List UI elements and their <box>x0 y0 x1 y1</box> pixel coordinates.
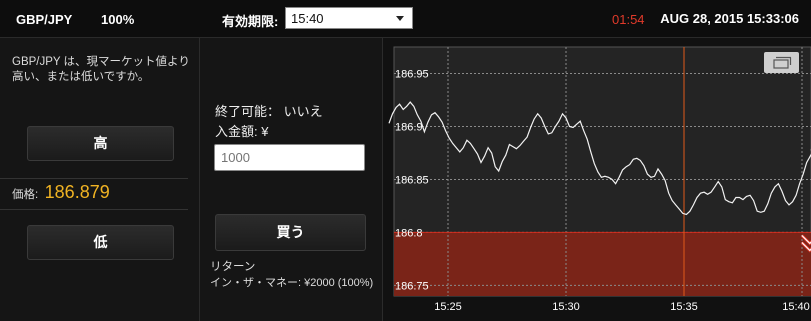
low-button[interactable]: 低 <box>27 225 174 260</box>
payout-percent: 100% <box>101 12 135 27</box>
countdown-timer: 01:54 <box>612 12 645 27</box>
direction-panel: GBP/JPY は、現マーケット値より高い、または低いですか。 高 価格: 18… <box>0 38 200 321</box>
x-tick-label: 15:30 <box>552 301 580 313</box>
chart-expand-icon[interactable] <box>764 52 799 73</box>
high-button[interactable]: 高 <box>27 126 174 161</box>
top-bar: GBP/JPY 100% 有効期限: 15:40 01:54 AUG 28, 2… <box>0 0 811 38</box>
expiry-selected-value: 15:40 <box>291 11 324 26</box>
chevron-down-icon <box>396 16 404 21</box>
close-available-text: 終了可能： いいえ <box>215 104 323 119</box>
return-label: リターン <box>210 261 256 273</box>
x-tick-label: 15:40 <box>782 301 810 313</box>
y-tick-label: 186.8 <box>395 227 423 239</box>
x-tick-label: 15:35 <box>670 301 698 313</box>
price-label: 価格: <box>12 189 39 201</box>
x-axis-tick-labels: 15:25 15:30 15:35 15:40 <box>434 301 810 313</box>
price-value: 186.879 <box>44 182 110 202</box>
currency-pair-label: GBP/JPY <box>16 12 73 27</box>
below-strike-zone <box>394 232 811 296</box>
expiry-select[interactable]: 15:40 <box>285 7 413 29</box>
return-value: イン・ザ・マネー: ¥2000 (100%) <box>210 277 374 289</box>
amount-input[interactable] <box>214 144 365 171</box>
question-text: GBP/JPY は、現マーケット値より高い、または低いですか。 <box>12 56 190 83</box>
order-panel: 終了可能： いいえ 入金額: ¥ 買う リターン イン・ザ・マネー: ¥2000… <box>200 38 383 321</box>
price-chart-svg: 186.95186.9186.85186.8186.75 15:25 15:30 1… <box>388 46 811 313</box>
y-tick-label: 186.95 <box>395 68 429 80</box>
deposit-label: 入金額: ¥ <box>215 124 269 139</box>
current-price: 価格: 186.879 <box>12 182 110 203</box>
divider <box>0 178 188 179</box>
y-tick-label: 186.75 <box>395 280 429 292</box>
y-tick-label: 186.85 <box>395 174 429 186</box>
buy-button[interactable]: 買う <box>215 214 366 251</box>
current-datetime: AUG 28, 2015 15:33:06 <box>660 11 799 26</box>
y-tick-label: 186.9 <box>395 121 423 133</box>
price-chart[interactable]: 186.95 186.9 186.85 186.8 186.75 15:25 15:30 1… <box>383 38 811 321</box>
divider <box>0 209 188 210</box>
x-tick-label: 15:25 <box>434 301 462 313</box>
expiry-label: 有効期限: <box>222 14 279 29</box>
